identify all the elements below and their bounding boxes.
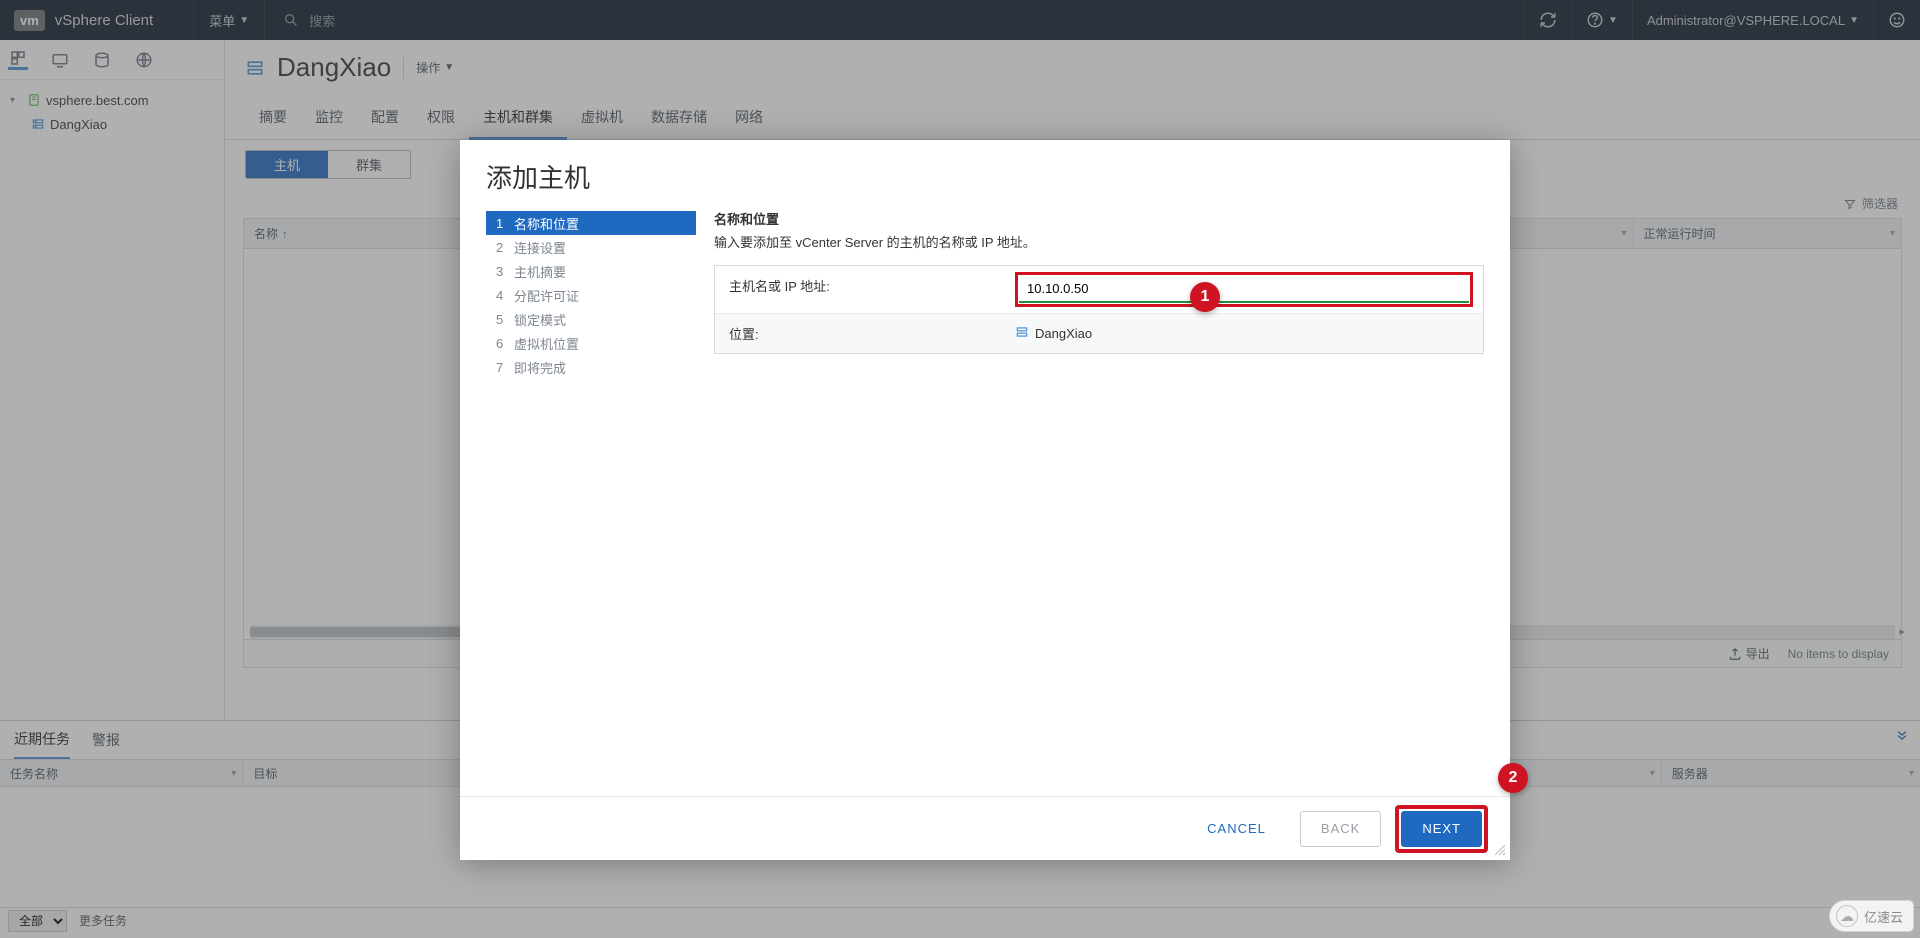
location-label: 位置:	[715, 314, 1005, 353]
wizard-form: 名称和位置 输入要添加至 vCenter Server 的主机的名称或 IP 地…	[696, 209, 1484, 796]
add-host-modal: 添加主机 1名称和位置 2连接设置 3主机摘要 4分配许可证 5锁定模式 6虚拟…	[460, 140, 1510, 860]
row-location: 位置: DangXiao	[715, 314, 1483, 353]
resize-handle-icon[interactable]	[1494, 844, 1508, 858]
step-lockdown[interactable]: 5锁定模式	[486, 307, 696, 331]
row-hostname: 主机名或 IP 地址:	[715, 266, 1483, 314]
hostname-input[interactable]	[1019, 276, 1469, 303]
back-button[interactable]: BACK	[1300, 811, 1381, 847]
location-value: DangXiao	[1005, 314, 1483, 353]
annotation-callout-1: 1	[1190, 282, 1220, 312]
step-host-summary[interactable]: 3主机摘要	[486, 259, 696, 283]
modal-footer: CANCEL BACK NEXT	[460, 796, 1510, 860]
cancel-button[interactable]: CANCEL	[1187, 811, 1286, 847]
next-button[interactable]: NEXT	[1401, 811, 1482, 847]
step-label: 主机摘要	[514, 262, 566, 281]
watermark-icon: ☁	[1836, 905, 1858, 927]
step-vm-location[interactable]: 6虚拟机位置	[486, 331, 696, 355]
modal-title: 添加主机	[460, 140, 1510, 209]
annotation-highlight-2: NEXT	[1395, 805, 1488, 853]
step-label: 虚拟机位置	[514, 334, 579, 353]
section-title: 名称和位置	[714, 209, 1484, 228]
step-label: 锁定模式	[514, 310, 566, 329]
step-label: 连接设置	[514, 238, 566, 257]
step-name-location[interactable]: 1名称和位置	[486, 211, 696, 235]
watermark: ☁ 亿速云	[1829, 900, 1914, 932]
wizard-steps: 1名称和位置 2连接设置 3主机摘要 4分配许可证 5锁定模式 6虚拟机位置 7…	[486, 209, 696, 796]
step-label: 即将完成	[514, 358, 566, 377]
step-ready[interactable]: 7即将完成	[486, 355, 696, 379]
section-description: 输入要添加至 vCenter Server 的主机的名称或 IP 地址。	[714, 232, 1484, 251]
location-text: DangXiao	[1035, 326, 1092, 341]
step-license[interactable]: 4分配许可证	[486, 283, 696, 307]
step-label: 分配许可证	[514, 286, 579, 305]
watermark-text: 亿速云	[1864, 907, 1903, 926]
step-connection[interactable]: 2连接设置	[486, 235, 696, 259]
hostname-label: 主机名或 IP 地址:	[715, 266, 1005, 313]
annotation-highlight-1	[1015, 272, 1473, 307]
step-label: 名称和位置	[514, 214, 579, 233]
form-table: 主机名或 IP 地址: 位置: DangXiao	[714, 265, 1484, 354]
annotation-callout-2: 2	[1498, 763, 1528, 793]
datacenter-icon	[1015, 325, 1029, 342]
